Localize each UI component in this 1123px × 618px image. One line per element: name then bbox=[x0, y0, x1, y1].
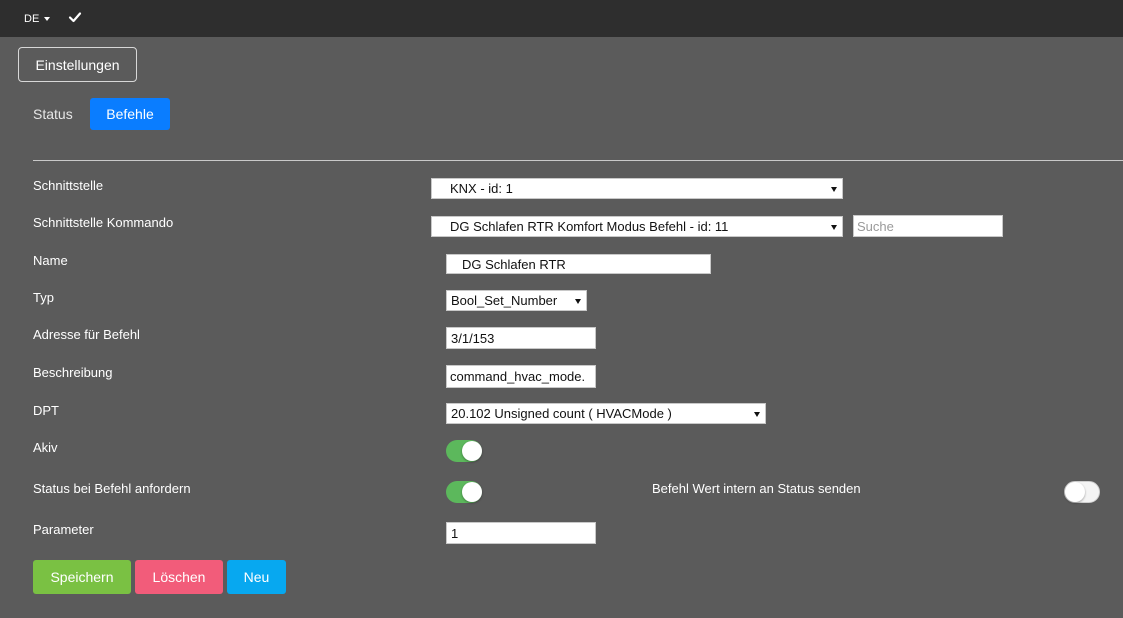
search-input[interactable]: Suche bbox=[853, 215, 1003, 237]
delete-button[interactable]: Löschen bbox=[135, 560, 223, 594]
schnittstelle-label: Schnittstelle bbox=[33, 178, 104, 193]
toggle-knob bbox=[462, 441, 482, 461]
adresse-label: Adresse für Befehl bbox=[33, 327, 140, 342]
language-selector[interactable]: DE bbox=[24, 13, 51, 25]
schnittstelle-kommando-select[interactable]: DG Schlafen RTR Komfort Modus Befehl - i… bbox=[431, 216, 843, 237]
schnittstelle-kommando-value: DG Schlafen RTR Komfort Modus Befehl - i… bbox=[450, 219, 729, 234]
toggle-knob bbox=[1065, 482, 1085, 502]
status-anfordern-label: Status bei Befehl anfordern bbox=[33, 481, 191, 496]
tab-status[interactable]: Status bbox=[33, 98, 78, 130]
beschreibung-input[interactable]: command_hvac_mode. bbox=[446, 365, 596, 388]
typ-label: Typ bbox=[33, 290, 54, 305]
adresse-value: 3/1/153 bbox=[451, 330, 495, 346]
wert-intern-label: Befehl Wert intern an Status senden bbox=[652, 481, 861, 496]
language-label: DE bbox=[24, 13, 40, 25]
status-anfordern-toggle[interactable] bbox=[446, 481, 482, 503]
beschreibung-value: command_hvac_mode. bbox=[450, 369, 586, 384]
parameter-input[interactable]: 1 bbox=[446, 522, 596, 544]
toggle-knob bbox=[462, 482, 482, 502]
dpt-label: DPT bbox=[33, 403, 59, 418]
name-input[interactable]: DG Schlafen RTR bbox=[446, 254, 711, 274]
beschreibung-label: Beschreibung bbox=[33, 365, 113, 380]
divider bbox=[33, 160, 1123, 161]
dpt-value: 20.102 Unsigned count ( HVACMode ) bbox=[451, 406, 672, 421]
new-button[interactable]: Neu bbox=[227, 560, 286, 594]
search-placeholder: Suche bbox=[857, 218, 894, 234]
check-icon[interactable] bbox=[68, 10, 82, 24]
typ-value: Bool_Set_Number bbox=[451, 293, 558, 308]
chevron-down-icon bbox=[754, 411, 760, 417]
typ-select[interactable]: Bool_Set_Number bbox=[446, 290, 587, 311]
parameter-label: Parameter bbox=[33, 522, 94, 537]
top-bar: DE bbox=[0, 0, 1123, 37]
save-button[interactable]: Speichern bbox=[33, 560, 131, 594]
wert-intern-toggle[interactable] bbox=[1064, 481, 1100, 503]
chevron-down-icon bbox=[831, 224, 837, 230]
parameter-value: 1 bbox=[451, 525, 459, 541]
chevron-down-icon bbox=[575, 298, 581, 304]
schnittstelle-kommando-label: Schnittstelle Kommando bbox=[33, 215, 174, 230]
schnittstelle-select[interactable]: KNX - id: 1 bbox=[431, 178, 843, 199]
akiv-label: Akiv bbox=[33, 440, 58, 455]
adresse-input[interactable]: 3/1/153 bbox=[446, 327, 596, 349]
schnittstelle-value: KNX - id: 1 bbox=[450, 181, 513, 196]
name-label: Name bbox=[33, 253, 68, 268]
tab-befehle[interactable]: Befehle bbox=[90, 98, 170, 130]
dpt-select[interactable]: 20.102 Unsigned count ( HVACMode ) bbox=[446, 403, 766, 424]
caret-down-icon bbox=[44, 17, 51, 21]
name-value: DG Schlafen RTR bbox=[462, 256, 566, 272]
chevron-down-icon bbox=[831, 186, 837, 192]
akiv-toggle[interactable] bbox=[446, 440, 482, 462]
settings-button[interactable]: Einstellungen bbox=[18, 47, 137, 82]
